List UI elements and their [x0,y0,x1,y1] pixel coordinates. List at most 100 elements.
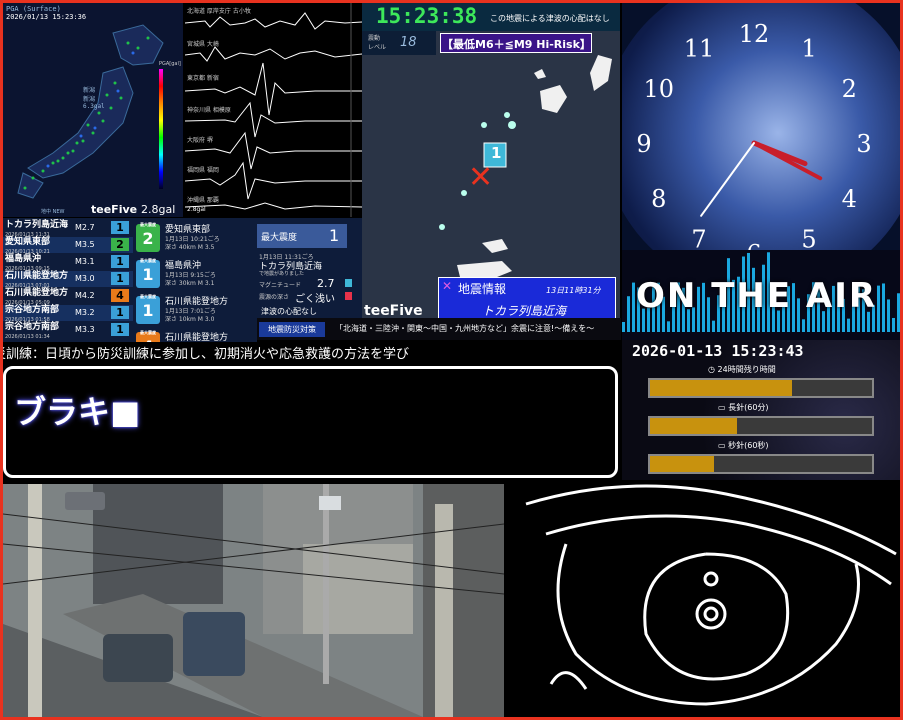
timer-panel: 2026-01-13 15:23:43 ◷ 24時間残り時間 ▭ 長針(60分)… [622,340,900,480]
mag-color-swatch [345,279,352,287]
spectrum-bar [892,317,895,332]
wave-label-3: 東京都 新宿 [187,75,219,82]
shake-level-label: 震動 レベル [368,35,387,51]
row-magnitude: M3.3 [75,325,95,334]
quake-entry[interactable]: 最大震度 1 福島県沖 1月13日 9:15ごろ 深さ 30km M 3.1 [133,256,257,290]
timer-label-3: ▭ 秒針(60秒) [718,441,769,450]
laptop-icon: ▭ [718,403,729,412]
wave-label-5: 大阪府 堺 [187,137,213,144]
spectrum-bar [712,320,715,332]
headline-bar: 地震防災対策 「北海道・三陸沖・関東〜中国・九州地方など」余震に注意!〜備えを〜 [257,318,621,340]
epicenter-marker-icon: ✕ [468,160,494,195]
clock-face: 121234567891011 [636,20,871,268]
quake-entry[interactable]: 最大震度 2 愛知県東部 1月13日 10:21ごろ 深さ 40km M 3.5 [133,220,257,254]
clock-numeral: 10 [643,75,674,103]
scale-unit: PGA[gal] [159,61,181,67]
message-textbox: ブラキ■ [3,366,618,478]
wave-footer: 2.8gal [187,206,206,213]
scrolling-ticker: 災訓練：日頃から防災訓練に参加し、初期消火や応急救護の方法を学び [3,342,621,364]
spectrum-bar [667,321,670,332]
spectrum-bar [802,319,805,332]
progress-bar-minute [648,416,874,436]
timer-label-2: ▭ 長針(60分) [718,403,769,412]
live-camera-feed [3,484,504,717]
japan-map [3,3,183,217]
progress-bar-24h [648,378,874,398]
clock-numeral: 3 [856,130,871,158]
wave-label-4: 神奈川県 相模原 [187,107,231,114]
spectrum-bar [887,299,890,332]
mag-label: マグニチュード [259,282,302,289]
map-brand: teeFive [91,203,138,216]
map-datetime: 2026/01/13 15:23:36 [6,13,87,21]
spectrum-bar [632,282,635,332]
entry-magnitude: 深さ 30km M 3.1 [165,280,215,287]
on-air-text: ON THE AIR [636,276,878,316]
laptop-icon: ▭ [718,441,729,450]
wave-label-1: 北海道 厚岸支庁 古小牧 [187,8,251,15]
spectrum-bar [847,318,850,332]
entry-magnitude: 深さ 10km M 3.0 [165,316,215,323]
quake-list-row[interactable]: 福島県沖 2026/01/13 09:15 M3.1 1 [3,254,133,272]
quake-list-row[interactable]: 宗谷地方南部 2026/01/13 01:58 M3.2 1 [3,305,133,323]
quake-list-row[interactable]: 宗谷地方南部 2026/01/13 01:34 M3.3 1 [3,322,133,340]
row-shindo: 4 [111,289,129,302]
quake-entry[interactable]: 最大震度 1 石川県能登地方 1月13日 7:01ごろ 深さ 10km M 3.0 [133,292,257,326]
progress-fill-second [650,456,715,472]
row-magnitude: M2.7 [75,223,95,232]
timer-datetime: 2026-01-13 15:23:43 [632,342,804,360]
street-scene [3,484,504,717]
row-shindo: 2 [111,238,129,251]
row-magnitude: M3.0 [75,274,95,283]
second-hand [700,142,755,217]
wave-label-6: 福岡県 福岡 [187,167,219,174]
quake-detail-panel: 最大震度 1 1月13日 11:31ごろ トカラ列島近海 で地震がありました マ… [257,218,362,318]
info-area: トカラ列島近海 [482,304,567,318]
progress-fill-24h [650,380,793,396]
row-magnitude: M3.1 [75,257,95,266]
seismic-map-panel: PGA (Surface) 2026/01/13 15:23:36 新潟 新潟 … [3,3,183,217]
eye-sketch [506,484,900,717]
progress-bar-second [648,454,874,474]
quake-list-row[interactable]: トカラ列島近海 2026/01/13 11:31 M2.7 1 [3,220,133,238]
entry-magnitude: 深さ 40km M 3.5 [165,244,215,251]
max-shindo-label: 最大震度 [261,233,298,243]
entry-shindo-badge: 最大震度 1 [136,258,160,288]
clock-numeral: 8 [651,185,666,213]
quake-list-row[interactable]: 石川県能登地方 2026/01/13 05:09 M4.2 4 [3,288,133,306]
row-magnitude: M4.2 [75,291,95,300]
waveform-panel: 北海道 厚岸支庁 古小牧 宮城県 大崎 東京都 新宿 神奈川県 相模原 大阪府 … [185,3,362,217]
detail-sub: で地震がありました [259,271,305,277]
depth-label: 震源の深さ [259,294,290,301]
row-shindo: 1 [111,272,129,285]
clock-numeral: 4 [842,185,857,213]
info-close-icon[interactable]: ✕ [442,279,452,293]
ticker-text: 災訓練：日頃から防災訓練に参加し、初期消火や応急救護の方法を学び [3,347,410,362]
quake-list-row[interactable]: 石川県能登地方 2026/01/13 07:01 M3.0 1 [3,271,133,289]
depth-value: ごく浅い [295,294,335,305]
on-air-panel: ON THE AIR [622,250,900,346]
clock-numeral: 12 [739,20,770,48]
intensity-scale-bar [159,69,163,189]
row-magnitude: M3.2 [75,308,95,317]
max-shindo-value: 1 [329,226,340,245]
spectrum-bar [882,283,885,332]
quake-info-panel: 15:23:38 この地震による津波の心配はなし 震動 レベル 18 【最低M6… [362,3,620,333]
analog-clock-panel: 121234567891011 [622,3,900,273]
clock-numeral: 1 [801,35,816,63]
wave-label-7: 沖縄県 那覇 [187,197,219,204]
map-brand-small: 地中 NEW [41,209,65,215]
quake-list-row[interactable]: 愛知県東部 2026/01/13 10:21 M3.5 2 [3,237,133,255]
clock-icon: ◷ [708,365,718,374]
spectrum-bar [877,285,880,332]
quake-clock: 15:23:38 [376,4,478,28]
progress-fill-minute [650,418,737,434]
message-text: ブラキ■ [14,393,141,431]
quake-brand: teeFive [364,303,423,319]
detail-tsunami: 津波の心配なし [261,307,317,316]
row-shindo: 1 [111,221,129,234]
map-value: 2.8gal [141,203,176,216]
clock-numeral: 11 [684,35,715,63]
depth-color-swatch [345,292,352,300]
spectrum-bar [897,293,900,332]
